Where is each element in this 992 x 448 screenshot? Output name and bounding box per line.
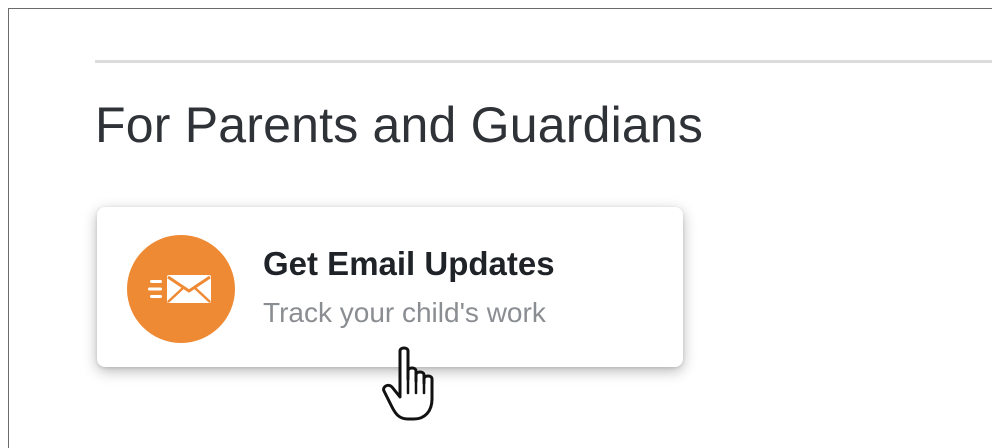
section-divider: [95, 60, 992, 63]
get-email-updates-card[interactable]: Get Email Updates Track your child's wor…: [97, 207, 683, 367]
section-title: For Parents and Guardians: [95, 97, 704, 153]
card-subtitle: Track your child's work: [263, 297, 546, 328]
email-fast-icon: [127, 235, 235, 343]
card-title: Get Email Updates: [263, 245, 555, 282]
envelope-glyph: [148, 275, 211, 303]
